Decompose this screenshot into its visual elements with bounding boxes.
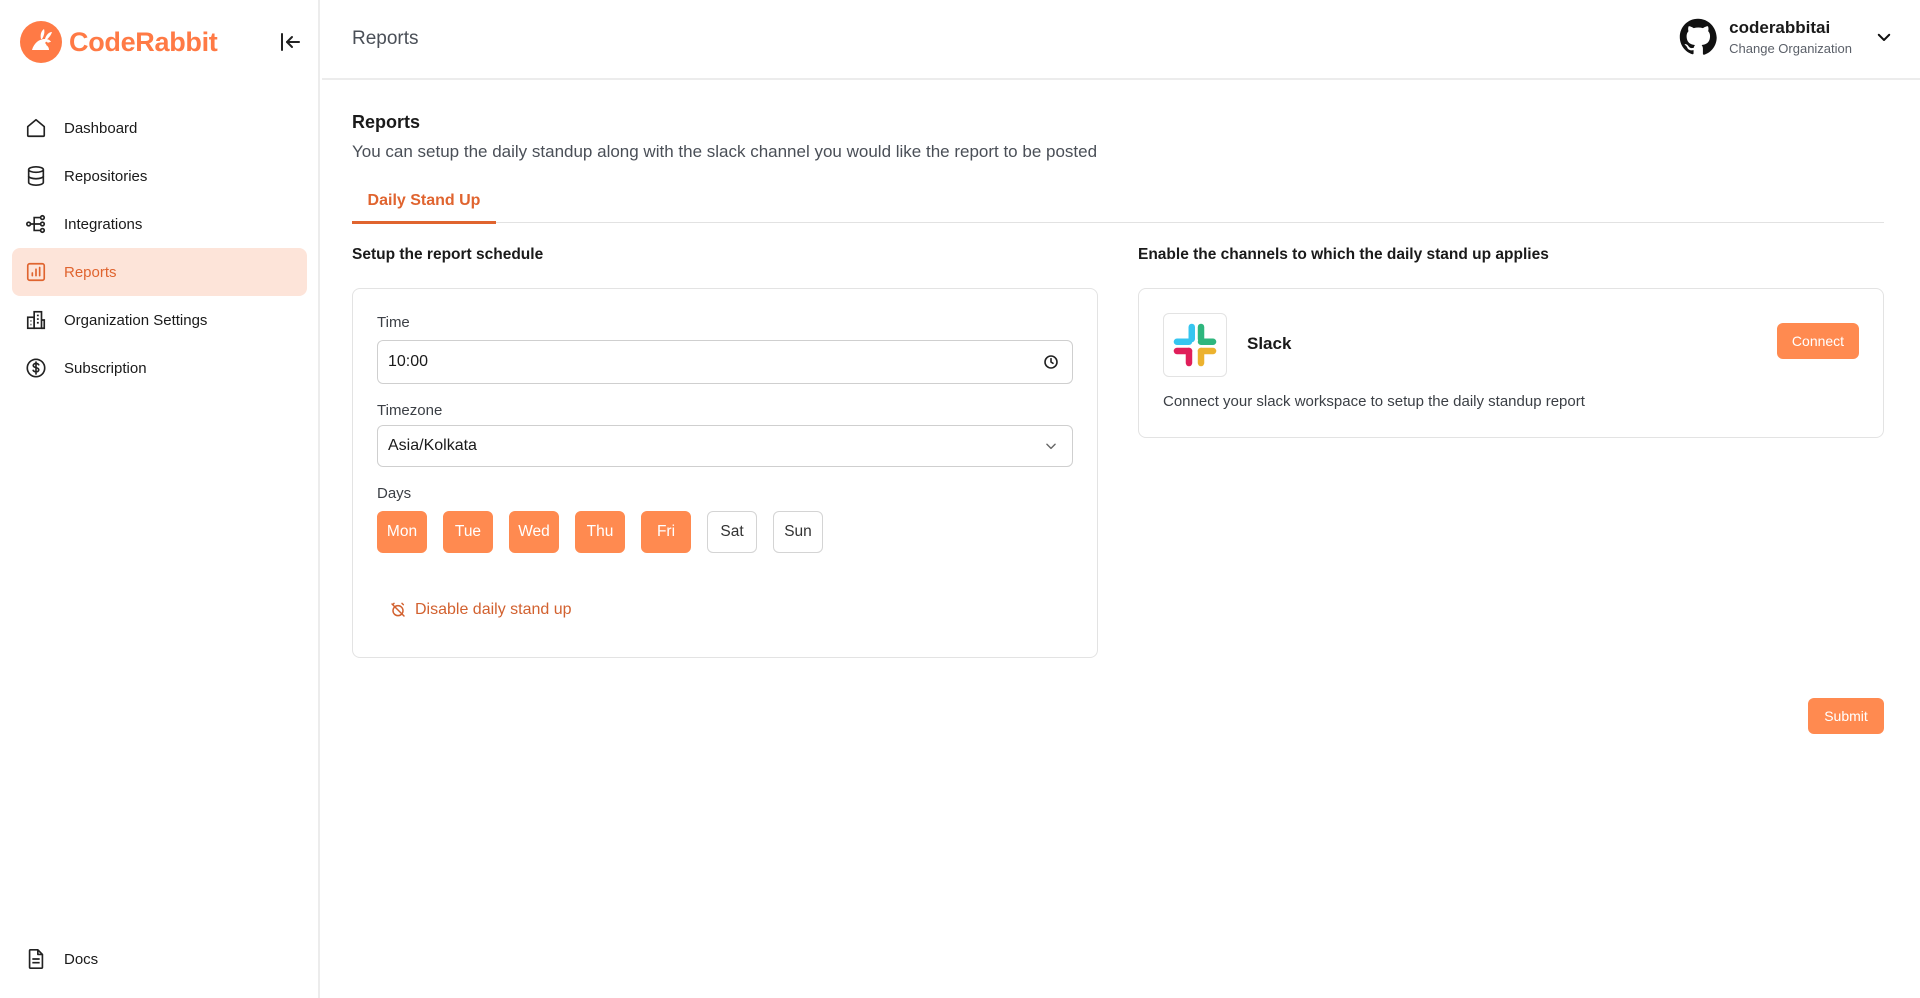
disable-standup-link[interactable]: Disable daily stand up xyxy=(389,601,572,619)
tab-daily-stand-up[interactable]: Daily Stand Up xyxy=(352,192,496,224)
day-fri-button[interactable]: Fri xyxy=(641,511,691,553)
day-sat-button[interactable]: Sat xyxy=(707,511,757,553)
connect-button[interactable]: Connect xyxy=(1777,323,1859,359)
slack-description: Connect your slack workspace to setup th… xyxy=(1163,393,1585,410)
sidebar-item-label: Integrations xyxy=(64,215,143,233)
sidebar-item-label: Organization Settings xyxy=(64,311,208,329)
tabs-divider xyxy=(352,222,1884,223)
clock-icon[interactable] xyxy=(1042,353,1060,371)
sidebar-item-label: Repositories xyxy=(64,167,148,185)
sidebar-item-dashboard[interactable]: Dashboard xyxy=(12,104,307,152)
day-sun-button[interactable]: Sun xyxy=(773,511,823,553)
schedule-section-title: Setup the report schedule xyxy=(352,246,544,263)
slack-name: Slack xyxy=(1247,334,1292,353)
database-icon xyxy=(24,164,48,188)
organization-switcher[interactable]: coderabbitai Change Organization xyxy=(1679,18,1894,56)
github-icon xyxy=(1679,18,1717,55)
dollar-circle-icon xyxy=(24,356,48,380)
page-description: You can setup the daily standup along wi… xyxy=(352,142,1098,161)
top-header: Reports coderabbitai Change Organization xyxy=(322,0,1920,80)
home-icon xyxy=(24,116,48,140)
coderabbit-logo-icon xyxy=(20,21,62,63)
sidebar-item-repositories[interactable]: Repositories xyxy=(12,152,307,200)
day-thu-button[interactable]: Thu xyxy=(575,511,625,553)
channels-section-title: Enable the channels to which the daily s… xyxy=(1138,246,1549,263)
timezone-value: Asia/Kolkata xyxy=(388,437,477,454)
organization-name: coderabbitai xyxy=(1729,18,1831,37)
days-label: Days xyxy=(377,485,412,502)
schedule-card: Time 10:00 Timezone Asia/Kolkata Days Mo… xyxy=(352,288,1098,658)
sidebar-docs: Docs xyxy=(12,935,307,983)
timezone-select[interactable]: Asia/Kolkata xyxy=(377,425,1073,467)
sidebar-item-label: Subscription xyxy=(64,359,147,377)
sidebar-item-integrations[interactable]: Integrations xyxy=(12,200,307,248)
alarm-off-icon xyxy=(389,601,407,619)
sidebar-nav: Dashboard Repositories Integrations Repo… xyxy=(12,104,307,392)
sidebar-item-label: Reports xyxy=(64,263,117,281)
building-icon xyxy=(24,308,48,332)
sidebar-item-reports[interactable]: Reports xyxy=(12,248,307,296)
brand-name: CodeRabbit xyxy=(69,26,218,57)
sidebar-item-subscription[interactable]: Subscription xyxy=(12,344,307,392)
chart-icon xyxy=(24,260,48,284)
slack-logo-icon xyxy=(1163,313,1227,377)
day-tue-button[interactable]: Tue xyxy=(443,511,493,553)
slack-card: Slack Connect Connect your slack workspa… xyxy=(1138,288,1884,438)
time-label: Time xyxy=(377,314,410,331)
sidebar-item-label: Dashboard xyxy=(64,119,138,137)
header-title: Reports xyxy=(352,28,419,49)
day-mon-button[interactable]: Mon xyxy=(377,511,427,553)
sidebar: CodeRabbit Dashboard Repositories Integr… xyxy=(0,0,320,998)
days-selector: Mon Tue Wed Thu Fri Sat Sun xyxy=(377,511,839,553)
collapse-sidebar-icon[interactable] xyxy=(276,28,304,56)
timezone-label: Timezone xyxy=(377,402,443,419)
brand[interactable]: CodeRabbit xyxy=(19,20,218,64)
sidebar-item-docs[interactable]: Docs xyxy=(12,935,307,983)
page-title: Reports xyxy=(352,112,421,132)
sidebar-item-organization-settings[interactable]: Organization Settings xyxy=(12,296,307,344)
chevron-down-icon[interactable] xyxy=(1874,27,1894,47)
disable-standup-label: Disable daily stand up xyxy=(415,601,572,618)
document-icon xyxy=(24,947,48,971)
submit-button[interactable]: Submit xyxy=(1808,698,1884,734)
day-wed-button[interactable]: Wed xyxy=(509,511,559,553)
chevron-down-icon xyxy=(1042,437,1060,455)
integrations-icon xyxy=(24,212,48,236)
time-value: 10:00 xyxy=(388,353,429,370)
organization-info: coderabbitai Change Organization xyxy=(1729,18,1852,56)
change-organization-label: Change Organization xyxy=(1729,41,1852,56)
sidebar-item-label: Docs xyxy=(64,950,99,968)
time-input[interactable]: 10:00 xyxy=(377,340,1073,384)
